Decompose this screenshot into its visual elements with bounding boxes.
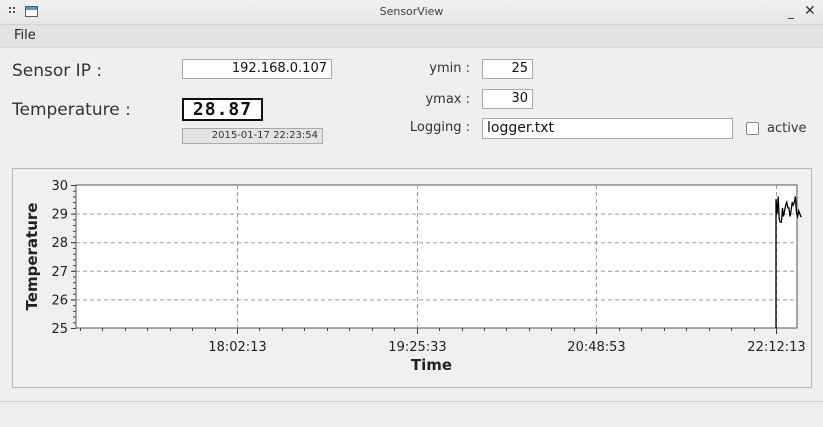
active-checkbox[interactable] xyxy=(746,122,759,135)
ymax-label: ymax : xyxy=(425,92,470,107)
x-axis-label: Time xyxy=(411,356,452,374)
logging-label: Logging : xyxy=(409,120,470,135)
temperature-label: Temperature : xyxy=(12,100,131,120)
y-axis-label: Temperature xyxy=(23,203,41,311)
y-tick-label: 25 xyxy=(51,322,68,337)
menu-bar: File xyxy=(0,25,823,48)
sensor-ip-field[interactable]: 192.168.0.107 xyxy=(182,59,332,79)
y-tick-label: 28 xyxy=(51,236,68,251)
title-bar: SensorView _ ✕ xyxy=(0,0,823,25)
ymin-field[interactable]: 25 xyxy=(482,59,533,79)
y-tick-label: 29 xyxy=(51,208,68,223)
active-label: active xyxy=(767,121,807,136)
y-tick-label: 26 xyxy=(51,293,68,308)
y-tick-label: 30 xyxy=(51,179,68,194)
plot-canvas xyxy=(75,184,798,329)
temperature-chart[interactable]: 25 26 27 28 29 30 18:02:13 19:25:33 20:48:53 22:1… xyxy=(13,169,811,387)
x-tick-label: 20:48:53 xyxy=(567,340,625,355)
x-tick-label: 22:12:13 xyxy=(747,340,805,355)
sensor-ip-label: Sensor IP : xyxy=(12,61,103,81)
menu-file[interactable]: File xyxy=(14,28,36,43)
status-bar xyxy=(0,401,823,424)
y-tick-label: 27 xyxy=(51,265,68,280)
close-icon[interactable]: ✕ xyxy=(804,3,816,19)
logging-file-field[interactable]: logger.txt xyxy=(482,118,733,139)
temperature-lcd-display: 28.87 xyxy=(182,98,263,121)
timestamp-display: 2015-01-17 22:23:54 xyxy=(182,128,323,144)
plot-frame: 25 26 27 28 29 30 18:02:13 19:25:33 20:48:53 22:1… xyxy=(12,168,812,388)
x-tick-label: 18:02:13 xyxy=(208,340,266,355)
ymax-field[interactable]: 30 xyxy=(482,89,533,109)
x-tick-label: 19:25:33 xyxy=(388,340,446,355)
ymin-label: ymin : xyxy=(429,61,470,76)
minimize-icon[interactable]: _ xyxy=(788,4,794,20)
window-title: SensorView xyxy=(379,5,444,18)
